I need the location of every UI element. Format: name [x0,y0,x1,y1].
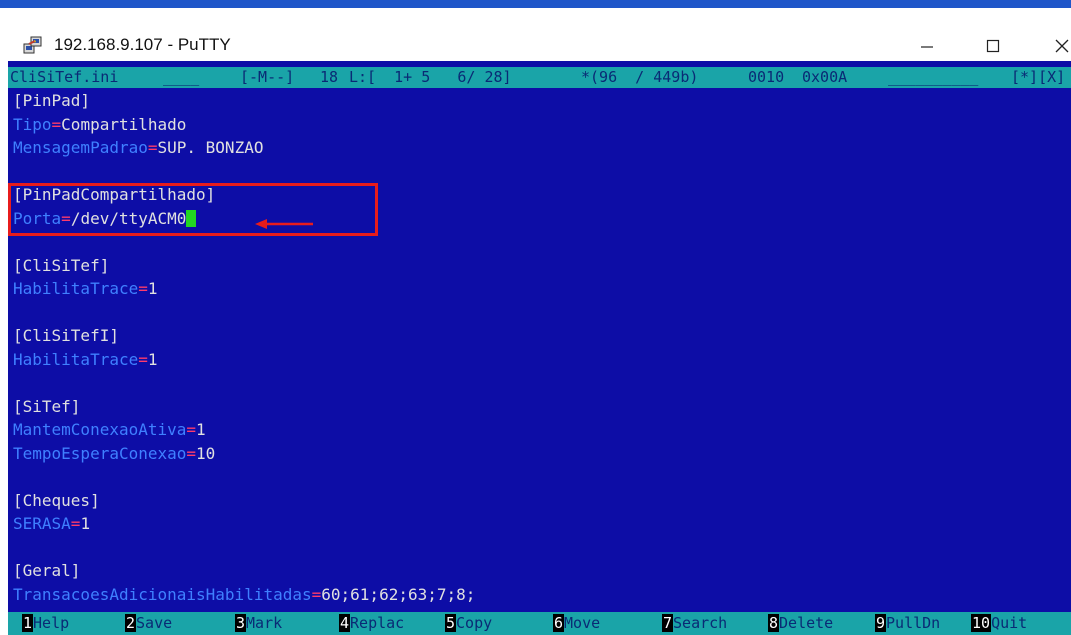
annotation-arrow-icon [255,219,313,229]
function-key-label: Copy [456,614,493,632]
config-key: MensagemPadrao [13,138,148,157]
function-key-number: 1 [22,614,34,632]
config-value: SUP. BONZAO [157,138,264,157]
config-line[interactable]: SERASA=1 [13,513,90,535]
section-header: [Cheques] [13,490,100,510]
function-key-number: 10 [971,614,992,632]
config-key: TempoEsperaConexao [13,443,187,463]
section-header-line[interactable]: [SiTef] [13,396,80,418]
function-key-number: 7 [662,614,674,632]
config-value: 1 [147,279,158,298]
config-key: HabilitaTrace [13,279,139,298]
equals-sign: = [70,514,81,533]
function-key-label: Mark [246,614,283,632]
function-key-quit[interactable]: 10Quit [971,612,1027,635]
config-key: HabilitaTrace [13,349,139,369]
window-top-border [0,0,1071,8]
function-key-number: 9 [875,614,887,632]
function-key-label: Delete [779,614,834,632]
config-line[interactable]: Tipo=Compartilhado [13,114,186,136]
status-filename: CliSiTef.ini [10,68,119,86]
function-key-number: 2 [125,614,137,632]
minimize-button[interactable] [905,26,949,66]
section-header: [CliSiTef] [13,255,110,275]
status-line-info: L:[ 1+ 5 6/ 28] [349,68,512,86]
equals-sign: = [51,114,62,134]
section-header: [Geral] [13,561,81,580]
function-key-replac[interactable]: 4Replac [339,612,404,635]
status-mode: [-M--] [240,68,295,86]
function-key-save[interactable]: 2Save [125,612,172,635]
function-key-pulldn[interactable]: 9PullDn [875,612,940,635]
function-key-search[interactable]: 7Search [662,612,727,635]
function-key-mark[interactable]: 3Mark [235,612,282,635]
config-value: 10 [196,443,216,463]
equals-sign: = [186,443,197,463]
title-bar[interactable]: 192.168.9.107 - PuTTY [0,8,1071,60]
maximize-icon [986,39,1000,53]
config-line[interactable]: HabilitaTrace=1 [13,278,158,300]
config-value: Compartilhado [61,114,187,134]
close-icon [1055,39,1069,53]
function-key-number: 4 [339,614,351,632]
function-key-number: 6 [553,614,565,632]
config-line[interactable]: MensagemPadrao=SUP. BONZAO [13,137,263,159]
annotation-highlight-box [8,183,378,236]
equals-sign: = [311,584,322,604]
function-key-copy[interactable]: 5Copy [445,612,492,635]
function-key-label: Search [673,614,728,632]
equals-sign: = [138,349,148,369]
putty-icon [23,36,42,54]
function-key-delete[interactable]: 8Delete [768,612,833,635]
config-value: 1 [147,349,158,369]
config-key: MantemConexaoAtiva [13,420,187,439]
function-key-label: Help [33,614,70,632]
function-key-label: Save [136,614,173,632]
status-flags: [*][X] [1011,68,1066,86]
terminal-area[interactable]: CliSiTef.ini ____ [-M--] 18 L:[ 1+ 5 6/ … [8,61,1071,635]
config-key: SERASA [13,514,71,533]
function-key-number: 5 [445,614,457,632]
section-header-line[interactable]: [Geral] [13,560,80,582]
function-key-label: PullDn [886,614,941,632]
minimize-icon [921,46,933,48]
section-header-line[interactable]: [CliSiTef] [13,255,109,277]
editor-status-bar: CliSiTef.ini ____ [-M--] 18 L:[ 1+ 5 6/ … [8,67,1071,88]
function-key-label: Move [564,614,601,632]
maximize-button[interactable] [971,26,1015,66]
function-key-number: 8 [768,614,780,632]
equals-sign: = [186,420,197,439]
config-line[interactable]: TransacoesAdicionaisHabilitadas=60;61;62… [13,584,475,606]
section-header-line[interactable]: [PinPad] [13,90,90,112]
status-column: 18 [320,68,339,86]
window-title: 192.168.9.107 - PuTTY [54,35,231,54]
section-header-line[interactable]: [Cheques] [13,490,100,512]
function-key-label: Quit [991,614,1028,632]
section-header: [PinPad] [13,91,91,110]
function-key-move[interactable]: 6Move [553,612,600,635]
config-line[interactable]: HabilitaTrace=1 [13,349,158,371]
close-button[interactable] [1040,26,1071,66]
function-key-number: 3 [235,614,247,632]
equals-sign: = [138,279,148,298]
status-char-info: *(96 / 449b) [581,68,699,86]
status-filler: ____ [163,68,200,86]
section-header-line[interactable]: [CliSiTefI] [13,325,119,347]
config-value: 1 [196,420,206,439]
config-line[interactable]: TempoEsperaConexao=10 [13,443,215,465]
config-key: Tipo [13,114,52,134]
section-header: [CliSiTefI] [13,326,119,345]
config-line[interactable]: MantemConexaoAtiva=1 [13,419,206,441]
function-key-help[interactable]: 1Help [22,612,69,635]
status-code-hex: 0x00A [802,68,848,86]
config-value: 1 [80,514,91,533]
function-key-label: Replac [350,614,405,632]
equals-sign: = [147,138,158,157]
status-code-dec: 0010 [748,68,785,86]
config-value: 60;61;62;63;7;8; [321,584,476,604]
section-header: [SiTef] [13,396,81,416]
function-key-bar: 1Help 2Save 3Mark 4Replac 5Copy 6Move 7Search 8… [8,612,1071,635]
status-filler: __________ [888,68,979,86]
config-key: TransacoesAdicionaisHabilitadas [13,584,312,604]
